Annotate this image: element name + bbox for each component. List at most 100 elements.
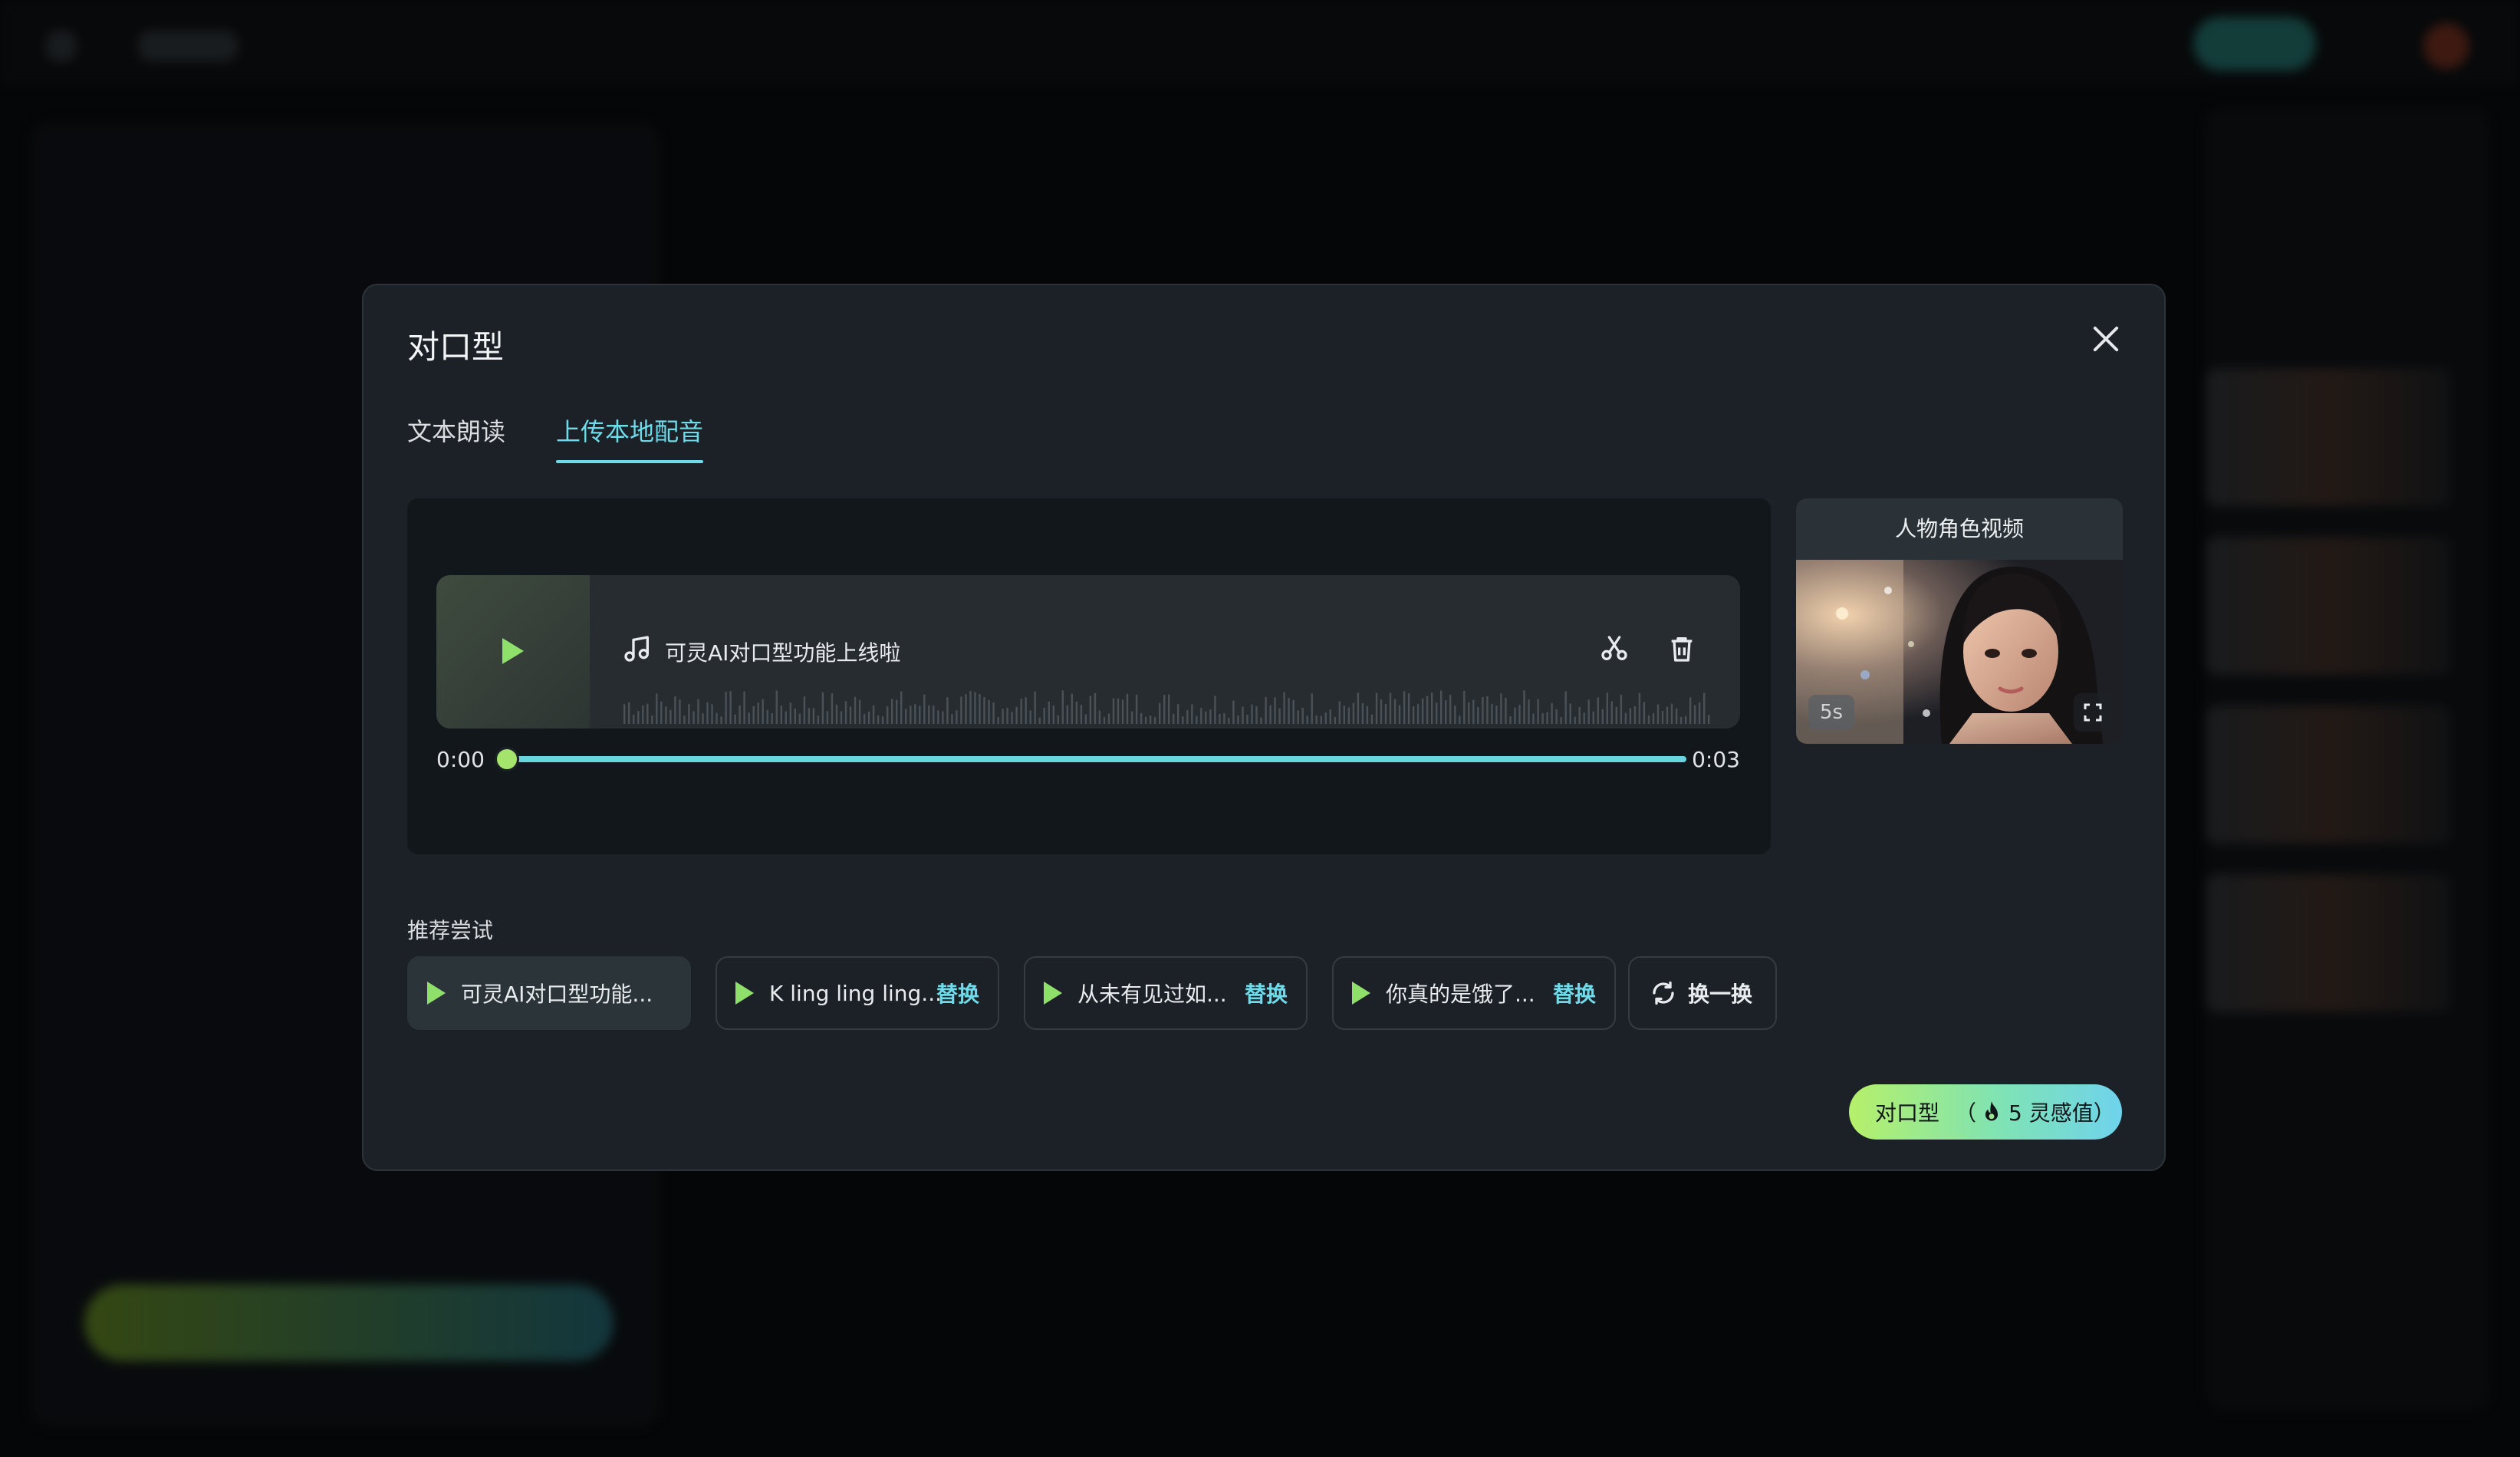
play-icon [502, 638, 524, 664]
play-icon [1352, 982, 1370, 1005]
submit-label: 对口型 [1875, 1100, 1940, 1126]
flame-icon [1985, 1101, 1999, 1121]
waveform-bar [1500, 693, 1502, 724]
waveform-bar [1255, 706, 1258, 724]
waveform-bar [706, 702, 709, 724]
play-icon [427, 982, 446, 1005]
waveform-bar [937, 710, 939, 724]
waveform-bar [665, 706, 667, 724]
audio-play-button[interactable] [436, 575, 590, 728]
scissors-icon[interactable] [1599, 633, 1630, 664]
waveform-bar [914, 704, 916, 724]
tab-upload-local-audio[interactable]: 上传本地配音 [556, 413, 704, 463]
waveform-bar [910, 705, 912, 724]
waveform-bar [679, 699, 681, 724]
waveform-bar [1592, 711, 1594, 724]
character-video-label: 人物角色视频 [1894, 516, 2024, 541]
waveform-bar [739, 705, 741, 724]
waveform-bar [1698, 702, 1701, 724]
close-icon[interactable] [2087, 321, 2124, 357]
waveform-bar [1514, 707, 1516, 724]
waveform-bar [1440, 690, 1443, 724]
waveform-bar [1306, 715, 1308, 724]
waveform-bar [798, 713, 801, 724]
replace-button[interactable]: 替换 [936, 978, 979, 1008]
waveform-bar [1025, 697, 1027, 724]
waveform-bar [1315, 715, 1318, 724]
waveform-bar [688, 704, 690, 724]
recommend-item[interactable]: K ling ling ling... 替换 [716, 956, 999, 1030]
waveform-bar [1463, 691, 1466, 724]
waveform-bar [1684, 715, 1687, 724]
tab-text-reading[interactable]: 文本朗读 [407, 413, 505, 463]
waveform-bar [1564, 691, 1567, 724]
waveform-bar [1117, 698, 1120, 724]
trash-icon[interactable] [1666, 633, 1697, 664]
waveform-bar [974, 692, 976, 724]
waveform-bar [1708, 715, 1710, 724]
audio-progress-slider[interactable] [495, 747, 1686, 771]
waveform-bar [1057, 715, 1059, 724]
lip-sync-submit-button[interactable]: 对口型 （ 5 灵感值 ） [1849, 1084, 2122, 1140]
background-generate-button [84, 1284, 614, 1361]
modal-tabs: 文本朗读 上传本地配音 [407, 413, 704, 463]
waveform-bar [693, 711, 695, 724]
waveform-bar [831, 693, 834, 724]
waveform-bar [702, 713, 704, 724]
replace-button[interactable]: 替换 [1245, 978, 1288, 1008]
waveform-bar [1320, 715, 1322, 724]
recommend-list: 可灵AI对口型功能... K ling ling ling... 替换 从未有见… [407, 956, 1777, 1030]
waveform-bar [623, 704, 626, 724]
waveform-bar [1615, 706, 1617, 724]
character-video-panel[interactable]: 人物角色视频 5s [1796, 498, 2123, 744]
waveform-bar [1541, 712, 1544, 724]
progress-handle[interactable] [495, 747, 519, 771]
waveform-bar [1168, 694, 1170, 724]
recommend-label: 推荐尝试 [407, 918, 494, 943]
waveform-bar [1370, 714, 1373, 724]
waveform-bar [1666, 706, 1669, 724]
waveform-bar [812, 708, 815, 724]
waveform-bar [1066, 705, 1068, 724]
waveform-bar [1089, 696, 1092, 724]
waveform-bar [1601, 709, 1604, 724]
recommend-item[interactable]: 可灵AI对口型功能... [407, 956, 691, 1030]
waveform-bar [1638, 692, 1641, 724]
waveform-bar [1274, 697, 1276, 724]
waveform-bar [1403, 691, 1406, 724]
background-logo [138, 31, 238, 61]
waveform-bar [1140, 712, 1143, 724]
waveform-bar [1679, 717, 1683, 724]
refresh-button[interactable]: 换一换 [1628, 956, 1777, 1030]
waveform-bar [992, 702, 995, 724]
waveform-bar [1112, 698, 1115, 724]
waveform-bar [1633, 706, 1637, 724]
waveform-bar [891, 699, 893, 724]
recommend-item[interactable]: 你真的是饿了... 替换 [1332, 956, 1616, 1030]
waveform-bar [1071, 693, 1073, 724]
recommend-item[interactable]: 从未有见过如... 替换 [1024, 956, 1308, 1030]
expand-icon[interactable] [2074, 693, 2112, 732]
waveform-bar [1661, 711, 1664, 724]
replace-button[interactable]: 替换 [1553, 978, 1596, 1008]
waveform-bar [919, 705, 921, 724]
waveform-bar [1647, 715, 1650, 724]
waveform-bar [1486, 696, 1489, 724]
waveform-bar [789, 702, 791, 724]
waveform-bar [1620, 695, 1623, 724]
waveform-bar [1034, 691, 1036, 724]
waveform-bar [711, 704, 713, 724]
waveform-bar [1338, 701, 1341, 724]
waveform-bar [757, 702, 759, 724]
waveform-bar [748, 712, 750, 724]
waveform-bar [979, 694, 981, 724]
waveform-bar [1426, 696, 1429, 724]
waveform-bar [1205, 711, 1207, 724]
waveform-bar [1269, 705, 1272, 724]
waveform-bar [1523, 690, 1525, 724]
waveform-bar [1075, 701, 1078, 724]
waveform-bar [951, 714, 953, 724]
waveform-bar [1509, 716, 1512, 724]
waveform-bar [1242, 706, 1244, 724]
play-icon [1044, 982, 1062, 1005]
